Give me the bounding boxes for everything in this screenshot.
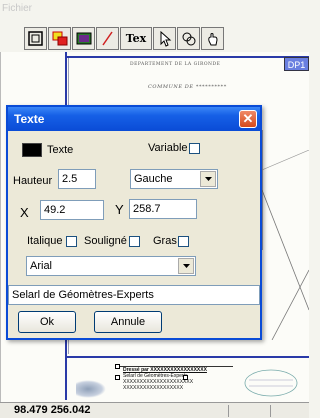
sheet-border-bottom [65, 356, 309, 358]
menubar: Fichier [0, 0, 309, 20]
dp-badge[interactable]: DP1 [284, 57, 309, 71]
y-field[interactable]: 258.7 [129, 199, 197, 219]
cartouche[interactable]: Dressé par XXXXXXXXXXXXXXXXX Selarl de G… [115, 364, 233, 402]
souligne-label: Souligné [84, 235, 127, 247]
selection-handle[interactable] [183, 375, 188, 380]
toolbar: Tex [24, 27, 224, 51]
departement-text: DEPARTEMENT DE LA GIRONDE [130, 62, 221, 67]
rectangle-tool-icon[interactable] [24, 27, 47, 50]
hand-tool-icon[interactable] [201, 27, 224, 50]
magnet-tool-icon[interactable] [177, 27, 200, 50]
cartouche-line: XXXXXXXXXXXXXXXXXX [123, 385, 184, 391]
status-bar: 98.479 256.042 [0, 402, 309, 418]
chevron-down-icon[interactable] [200, 171, 216, 187]
texte-color-label: Texte [47, 144, 74, 156]
image-tool-icon[interactable] [72, 27, 95, 50]
souligne-checkbox[interactable] [129, 236, 140, 247]
alignment-select[interactable]: Gauche [130, 169, 218, 189]
variable-checkbox[interactable] [189, 143, 200, 154]
annule-button[interactable]: Annule [94, 311, 162, 333]
line-tool-icon[interactable] [96, 27, 119, 50]
italique-checkbox[interactable] [66, 236, 77, 247]
hauteur-field[interactable]: 2.5 [58, 169, 96, 189]
status-divider [270, 405, 271, 417]
selection-handle[interactable] [115, 375, 120, 380]
status-divider [228, 405, 229, 417]
cursor-coordinates: 98.479 256.042 [14, 404, 91, 416]
text-color-swatch[interactable] [22, 143, 42, 157]
gras-checkbox[interactable] [178, 236, 189, 247]
font-select[interactable]: Arial [26, 256, 196, 276]
sheet-border-top [65, 56, 309, 58]
y-label: Y [115, 202, 124, 217]
hauteur-label: Hauteur [13, 175, 53, 187]
dialog-title: Texte [14, 112, 45, 126]
text-tool-label: Tex [125, 32, 147, 45]
geometre-stamp [238, 360, 304, 400]
menu-fichier[interactable]: Fichier [2, 3, 32, 14]
map-blot [76, 380, 106, 398]
x-field[interactable]: 49.2 [40, 200, 104, 220]
layers-tool-icon[interactable] [48, 27, 71, 50]
ok-button[interactable]: Ok [18, 311, 76, 333]
italique-label: Italique [27, 235, 63, 247]
gras-label: Gras [153, 235, 177, 247]
texte-dialog: Texte ✕ Texte Variable Hauteur 2.5 Gauch… [6, 105, 262, 340]
map-lines [262, 150, 309, 340]
text-content-field[interactable]: Selarl de Géomètres-Experts [8, 285, 260, 305]
chevron-down-icon[interactable] [178, 258, 194, 274]
commune-text: COMMUNE DE ********** [148, 84, 227, 90]
alignment-value: Gauche [134, 173, 173, 185]
pointer-tool-icon[interactable] [153, 27, 176, 50]
font-value: Arial [30, 260, 53, 272]
text-tool-button[interactable]: Tex [120, 27, 152, 50]
selection-handle[interactable] [115, 364, 120, 369]
variable-label: Variable [148, 142, 188, 154]
close-icon[interactable]: ✕ [239, 110, 257, 128]
x-label: X [20, 205, 29, 220]
dialog-titlebar[interactable]: Texte ✕ [8, 107, 260, 131]
